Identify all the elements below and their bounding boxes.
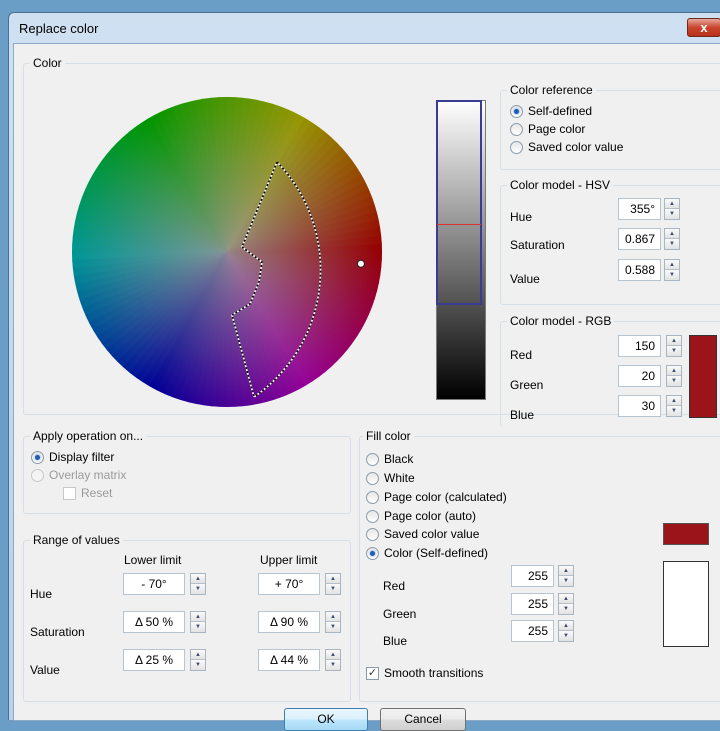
green-label: Green (510, 378, 544, 392)
radio-overlay-matrix[interactable] (31, 469, 44, 482)
hsv-legend: Color model - HSV (507, 178, 614, 192)
range-of-values-group: Range of values Lower limit Upper limit … (23, 533, 351, 702)
radio-page-color-label: Page color (528, 122, 586, 136)
color-reference-legend: Color reference (507, 83, 596, 97)
red-input[interactable]: 150 (618, 335, 661, 357)
dialog-window: Replace color x Color Color reference Se… (8, 12, 720, 731)
value-lower-input[interactable]: Δ 25 % (123, 649, 185, 671)
rgb-color-swatch (689, 335, 717, 418)
hue-upper-input[interactable]: + 70° (258, 573, 320, 595)
rgb-legend: Color model - RGB (507, 314, 615, 328)
color-pointer[interactable] (356, 259, 365, 268)
radio-self-defined[interactable] (510, 105, 523, 118)
blue-input[interactable]: 30 (618, 395, 661, 417)
radio-fill-page-calculated[interactable] (366, 491, 379, 504)
radio-fill-page-calculated-label: Page color (calculated) (384, 490, 507, 504)
smooth-transitions-label: Smooth transitions (384, 666, 484, 680)
saturation-upper-input[interactable]: Δ 90 % (258, 611, 320, 633)
saturation-label: Saturation (510, 238, 565, 252)
saved-color-swatch (663, 523, 709, 545)
dialog-client-area: Color Color reference Self-defined Page … (13, 43, 720, 731)
hsv-group: Color model - HSV Hue 355° ▲ ▼ Saturation… (500, 178, 720, 305)
fill-color-legend: Fill color (363, 429, 414, 443)
close-button[interactable]: x (687, 18, 720, 37)
radio-display-filter[interactable] (31, 451, 44, 464)
color-reference-group: Color reference Self-defined Page color … (500, 83, 720, 170)
radio-overlay-matrix-label: Overlay matrix (49, 468, 127, 482)
radio-saved-color-value[interactable] (510, 141, 523, 154)
color-group-legend: Color (30, 56, 65, 70)
saturation-spinner[interactable]: ▲ ▼ (664, 228, 680, 250)
fill-color-group: Fill color Black White Page color (calcu… (359, 429, 720, 702)
color-wheel-graphic (72, 97, 382, 407)
value-spinner[interactable]: ▲ ▼ (664, 259, 680, 281)
reset-checkbox-label: Reset (81, 486, 113, 500)
radio-fill-self-defined[interactable] (366, 547, 379, 560)
value-slider-frame (436, 100, 482, 305)
smooth-transitions-checkbox[interactable]: ✓ (366, 667, 379, 680)
fill-red-input[interactable]: 255 (511, 565, 554, 587)
radio-saved-color-value-label: Saved color value (528, 140, 624, 154)
custom-fill-swatch (663, 561, 709, 647)
radio-fill-page-auto-label: Page color (auto) (384, 509, 477, 523)
green-input[interactable]: 20 (618, 365, 661, 387)
saturation-input[interactable]: 0.867 (618, 228, 661, 250)
value-label: Value (510, 272, 540, 286)
hue-label: Hue (510, 210, 533, 224)
range-value-label: Value (30, 663, 60, 677)
hue-lower-input[interactable]: - 70° (123, 573, 185, 595)
value-lower-spinner[interactable]: ▲ ▼ (190, 649, 206, 671)
radio-fill-page-auto[interactable] (366, 510, 379, 523)
saturation-upper-spinner[interactable]: ▲ ▼ (325, 611, 341, 633)
fill-red-label: Red (383, 579, 406, 593)
radio-fill-saved-value-label: Saved color value (384, 527, 480, 541)
radio-fill-self-defined-label: Color (Self-defined) (384, 546, 489, 560)
radio-fill-black[interactable] (366, 453, 379, 466)
fill-blue-spinner[interactable]: ▲ ▼ (558, 620, 574, 642)
color-wheel[interactable] (72, 97, 382, 407)
value-slider[interactable] (436, 100, 486, 400)
blue-label: Blue (510, 408, 535, 422)
radio-fill-saved-value[interactable] (366, 528, 379, 541)
fill-green-input[interactable]: 255 (511, 593, 554, 615)
color-group: Color Color reference Self-defined Page … (23, 56, 720, 427)
apply-operation-legend: Apply operation on... (30, 429, 147, 443)
blue-spinner[interactable]: ▲ ▼ (666, 395, 682, 417)
saturation-lower-spinner[interactable]: ▲ ▼ (190, 611, 206, 633)
reset-checkbox[interactable] (63, 487, 76, 500)
saturation-lower-input[interactable]: Δ 50 % (123, 611, 185, 633)
range-of-values-legend: Range of values (30, 533, 123, 547)
apply-operation-group: Apply operation on... Display filter Ove… (23, 429, 351, 514)
radio-page-color[interactable] (510, 123, 523, 136)
lower-limit-header: Lower limit (124, 553, 182, 567)
radio-display-filter-label: Display filter (49, 450, 115, 464)
fill-green-label: Green (383, 607, 417, 621)
radio-fill-black-label: Black (384, 452, 414, 466)
radio-self-defined-label: Self-defined (528, 104, 593, 118)
hue-lower-spinner[interactable]: ▲ ▼ (190, 573, 206, 595)
green-spinner[interactable]: ▲ ▼ (666, 365, 682, 387)
upper-limit-header: Upper limit (260, 553, 318, 567)
radio-fill-white-label: White (384, 471, 415, 485)
hue-spinner[interactable]: ▲ ▼ (664, 198, 680, 220)
value-upper-spinner[interactable]: ▲ ▼ (325, 649, 341, 671)
hue-upper-spinner[interactable]: ▲ ▼ (325, 573, 341, 595)
dialog-title: Replace color (19, 21, 99, 36)
hue-input[interactable]: 355° (618, 198, 661, 220)
radio-fill-white[interactable] (366, 472, 379, 485)
rgb-group: Color model - RGB Red 150 ▲ ▼ Green 20 ▲ ▼… (500, 314, 720, 427)
red-spinner[interactable]: ▲ ▼ (666, 335, 682, 357)
fill-red-spinner[interactable]: ▲ ▼ (558, 565, 574, 587)
range-hue-label: Hue (30, 587, 53, 601)
value-marker (437, 224, 481, 225)
fill-green-spinner[interactable]: ▲ ▼ (558, 593, 574, 615)
red-label: Red (510, 348, 533, 362)
close-icon: x (700, 20, 708, 35)
fill-blue-input[interactable]: 255 (511, 620, 554, 642)
range-saturation-label: Saturation (30, 625, 85, 639)
value-input[interactable]: 0.588 (618, 259, 661, 281)
value-upper-input[interactable]: Δ 44 % (258, 649, 320, 671)
fill-blue-label: Blue (383, 634, 408, 648)
